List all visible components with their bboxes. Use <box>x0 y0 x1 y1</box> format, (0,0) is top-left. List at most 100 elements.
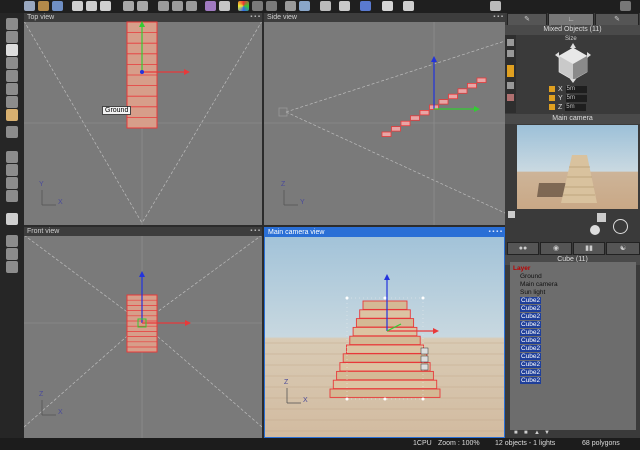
move-mode-icon[interactable] <box>507 39 514 46</box>
print-icon[interactable] <box>382 1 393 11</box>
coord-x-field[interactable]: X 5m <box>549 85 587 94</box>
tree-item[interactable]: Cube2 <box>520 369 542 376</box>
tree-item[interactable]: Sun light <box>520 289 545 296</box>
environment-icon[interactable] <box>299 1 310 11</box>
duplicate-tool-icon[interactable] <box>6 164 18 176</box>
select-tool-icon[interactable] <box>158 1 169 11</box>
tree-item[interactable]: Cube2 <box>520 329 542 336</box>
tree-item[interactable]: Cube2 <box>520 305 542 312</box>
extrude-tool-icon[interactable] <box>6 83 18 95</box>
texture-icon[interactable] <box>266 1 277 11</box>
front-view-viewport[interactable]: Front view ▪ ▪ ▪ Z X <box>24 227 262 438</box>
hand-pan-icon[interactable] <box>590 225 600 235</box>
maximize-icon[interactable] <box>620 1 631 11</box>
axis-indicator <box>283 190 298 206</box>
tree-item[interactable]: Cube2 <box>520 361 542 368</box>
material-icon[interactable] <box>252 1 263 11</box>
coord-value[interactable]: 5m <box>565 94 587 102</box>
camera-navigator <box>505 209 640 239</box>
link-tool-icon[interactable] <box>6 177 18 189</box>
stairs-camera-object[interactable] <box>265 228 504 437</box>
zoom-in-icon[interactable] <box>172 1 183 11</box>
scale-cube-icon[interactable] <box>553 43 593 83</box>
color-palette-icon[interactable] <box>238 1 249 11</box>
tree-item[interactable]: Cube2 <box>520 377 542 384</box>
boolean-tool-icon[interactable] <box>6 126 18 138</box>
axis-y-label: Y <box>39 181 44 188</box>
tab-scene-tree[interactable]: ●● <box>507 242 539 255</box>
plant-tool-icon[interactable] <box>6 248 18 260</box>
camera-dolly-icon[interactable] <box>597 213 606 222</box>
tree-item[interactable]: Cube2 <box>520 337 542 344</box>
render-settings-icon[interactable] <box>360 1 371 11</box>
zoom-out-icon[interactable] <box>186 1 197 11</box>
scale-mode-icon[interactable] <box>507 65 514 77</box>
tree-layer[interactable]: Layer <box>513 265 530 272</box>
delete-mode-icon[interactable] <box>507 94 514 101</box>
rotate-mode-icon[interactable] <box>507 50 514 57</box>
tree-item[interactable]: Cube2 <box>520 353 542 360</box>
sun-light-icon[interactable] <box>6 213 18 225</box>
copy-icon[interactable] <box>86 1 97 11</box>
tree-add-icon[interactable]: ■ <box>514 430 518 436</box>
cube-primitive-icon[interactable] <box>6 18 18 30</box>
terrain-tool-icon[interactable] <box>6 261 18 273</box>
lock-icon[interactable] <box>549 95 555 102</box>
tree-item[interactable]: Ground <box>520 273 542 280</box>
box-primitive-icon[interactable] <box>6 31 18 43</box>
render-preview-icon[interactable] <box>339 1 350 11</box>
tree-item[interactable]: Cube2 <box>520 321 542 328</box>
sphere-primitive-icon[interactable] <box>6 96 18 108</box>
orbit-control-icon[interactable] <box>613 219 628 234</box>
lock-icon[interactable] <box>549 104 555 111</box>
main-toolbar <box>0 0 640 13</box>
lock-icon[interactable] <box>549 86 555 93</box>
tree-down-icon[interactable]: ▼ <box>544 430 550 436</box>
undo-icon[interactable] <box>123 1 134 11</box>
tree-up-icon[interactable]: ▲ <box>534 430 540 436</box>
camera-icon[interactable] <box>6 235 18 247</box>
camera-preview-title: Main camera <box>505 114 640 124</box>
spline-tool-icon[interactable] <box>6 57 18 69</box>
save-icon[interactable] <box>52 1 63 11</box>
side-view-viewport[interactable]: Side view ▪ ▪ ▪ Z Y <box>264 13 505 225</box>
cut-icon[interactable] <box>72 1 83 11</box>
deform-tool-icon[interactable] <box>6 109 18 121</box>
pointer-icon[interactable] <box>320 1 331 11</box>
panel-toggle-icon[interactable] <box>490 1 501 11</box>
coord-value[interactable]: 5m <box>565 85 587 93</box>
tab-renders[interactable]: ☯ <box>606 242 640 255</box>
group-tool-icon[interactable] <box>6 151 18 163</box>
new-file-icon[interactable] <box>24 1 35 11</box>
tree-item[interactable]: Cube2 <box>520 297 542 304</box>
tree-item[interactable]: Cube2 <box>520 313 542 320</box>
tree-item[interactable]: Main camera <box>520 281 558 288</box>
stair-step <box>362 300 408 310</box>
coord-z-field[interactable]: Z 5m <box>549 103 587 112</box>
main-camera-viewport[interactable]: Main camera view ▪ ▪ ▪ ▪ Z X <box>264 227 505 438</box>
tab-materials[interactable]: ▮▮ <box>573 242 605 255</box>
tab-lights[interactable]: ◉ <box>540 242 572 255</box>
coord-value[interactable]: 5m <box>565 103 587 111</box>
edit-mode-icon[interactable] <box>507 82 514 89</box>
stairs-side-object[interactable] <box>264 13 505 225</box>
paste-icon[interactable] <box>100 1 111 11</box>
axis-y-label: Y <box>300 199 305 206</box>
paint-brush-icon[interactable] <box>219 1 230 11</box>
tree-delete-icon[interactable]: ■ <box>524 430 528 436</box>
manipulator-handles-icon[interactable] <box>420 347 429 371</box>
physics-tool-icon[interactable] <box>6 190 18 202</box>
export-icon[interactable] <box>403 1 414 11</box>
top-view-viewport[interactable]: Top view ▪ ▪ ▪ Ground Y X <box>24 13 262 225</box>
light-icon[interactable] <box>285 1 296 11</box>
text-tool-icon[interactable] <box>6 44 18 56</box>
camera-settings-icon[interactable] <box>508 211 515 218</box>
coord-y-field[interactable]: Y 5m <box>549 94 587 103</box>
redo-icon[interactable] <box>137 1 148 11</box>
render-icon[interactable] <box>205 1 216 11</box>
open-folder-icon[interactable] <box>38 1 49 11</box>
stair-step <box>467 83 477 89</box>
tree-item[interactable]: Cube2 <box>520 345 542 352</box>
stair-step <box>457 88 468 94</box>
lathe-tool-icon[interactable] <box>6 70 18 82</box>
